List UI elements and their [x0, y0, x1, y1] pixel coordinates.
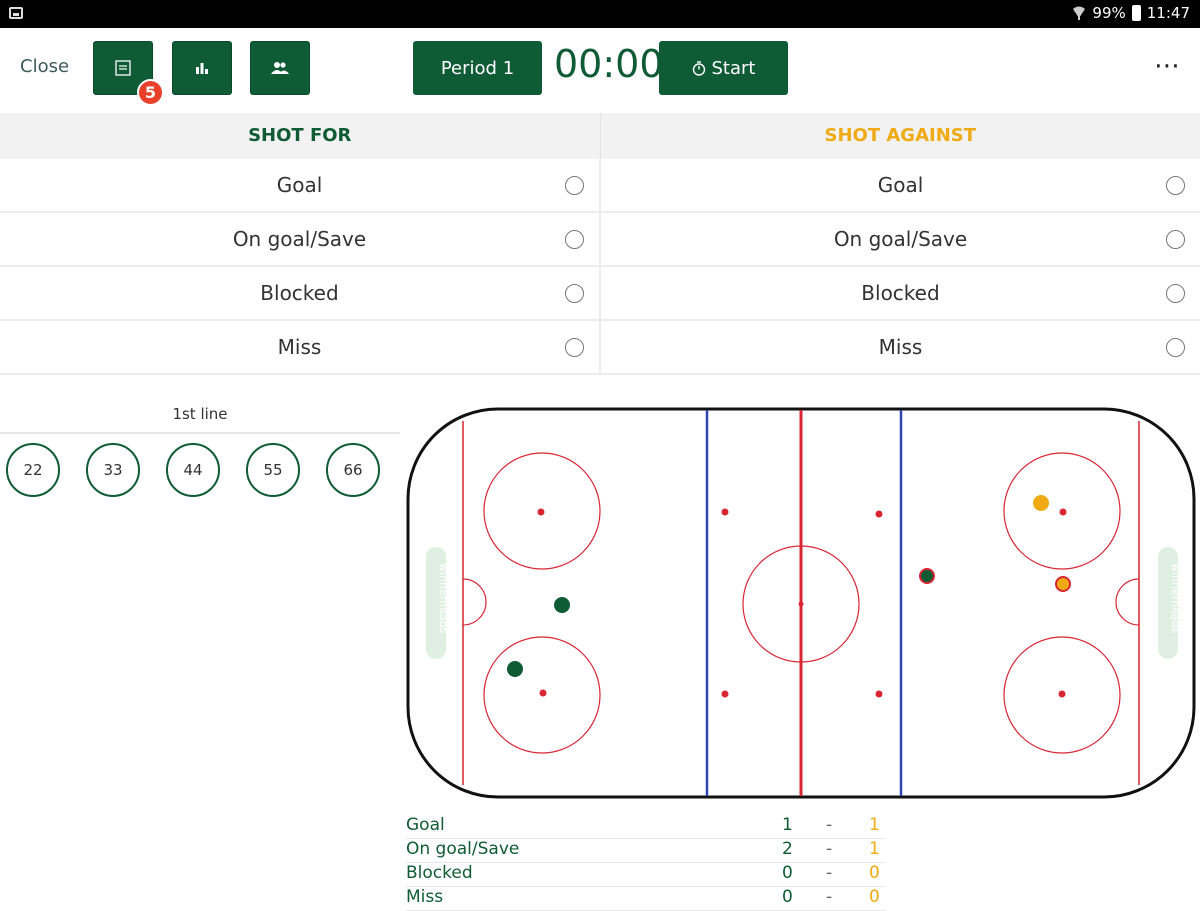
- faceoff-dot: [722, 509, 729, 516]
- center-dot: [799, 602, 804, 607]
- player-button[interactable]: 44: [166, 443, 220, 497]
- status-bar: 99% 11:47: [0, 0, 1200, 28]
- bar-chart-icon: [194, 61, 210, 75]
- period-button[interactable]: Period 1: [413, 41, 542, 95]
- radio-button[interactable]: [565, 338, 584, 357]
- summary-separator: -: [826, 815, 832, 835]
- watermark-text: winnerheads: [1169, 563, 1182, 634]
- summary-separator: -: [826, 863, 832, 883]
- faceoff-dot: [540, 690, 547, 697]
- summary-label: Blocked: [406, 863, 473, 883]
- line-title: 1st line: [0, 405, 400, 423]
- faceoff-dot: [876, 511, 883, 518]
- summary-against-count: 0: [869, 863, 880, 883]
- close-button[interactable]: Close: [20, 56, 69, 77]
- shot-table-header: SHOT FOR SHOT AGAINST: [0, 113, 1200, 159]
- shot-for-miss[interactable]: Miss: [0, 321, 601, 373]
- player-button[interactable]: 33: [86, 443, 140, 497]
- shot-for-marker[interactable]: [507, 661, 523, 677]
- radio-button[interactable]: [1166, 284, 1185, 303]
- radio-button[interactable]: [565, 176, 584, 195]
- game-timer: 00:00: [554, 42, 664, 86]
- watermark-text: winnerheads: [437, 563, 450, 634]
- summary-row: Blocked 0 - 0: [406, 863, 886, 887]
- shot-against-header: SHOT AGAINST: [601, 113, 1200, 159]
- image-notification-icon: [9, 7, 23, 19]
- faceoff-dot: [1060, 509, 1067, 516]
- shot-type-table: SHOT FOR SHOT AGAINST Goal Goal On goal/…: [0, 113, 1200, 375]
- shot-for-blocked[interactable]: Blocked: [0, 267, 601, 319]
- summary-label: On goal/Save: [406, 839, 519, 859]
- list-icon: [115, 60, 131, 76]
- radio-button[interactable]: [565, 284, 584, 303]
- battery-percent: 99%: [1092, 4, 1125, 22]
- radio-button[interactable]: [1166, 230, 1185, 249]
- radio-button[interactable]: [565, 230, 584, 249]
- wifi-icon: [1072, 6, 1086, 20]
- summary-row: Goal 1 - 1: [406, 815, 886, 839]
- summary-for-count: 1: [782, 815, 793, 835]
- shot-row: On goal/Save On goal/Save: [0, 213, 1200, 267]
- start-button[interactable]: Start: [659, 41, 788, 95]
- toolbar: Close Period 1 00:00 Start ⋯: [0, 28, 1200, 112]
- summary-against-count: 1: [869, 839, 880, 859]
- shot-against-goal[interactable]: Goal: [601, 159, 1200, 211]
- summary-separator: -: [826, 887, 832, 907]
- summary-against-count: 0: [869, 887, 880, 907]
- more-options-icon[interactable]: ⋯: [1154, 51, 1181, 81]
- player-button[interactable]: 66: [326, 443, 380, 497]
- shot-against-miss[interactable]: Miss: [601, 321, 1200, 373]
- shot-row: Miss Miss: [0, 321, 1200, 375]
- shot-against-marker[interactable]: [1033, 495, 1049, 511]
- shot-option-label: Miss: [879, 335, 923, 359]
- summary-label: Miss: [406, 887, 443, 907]
- players-button[interactable]: [250, 41, 310, 95]
- summary-row: On goal/Save 2 - 1: [406, 839, 886, 863]
- shot-row: Blocked Blocked: [0, 267, 1200, 321]
- shot-for-goal[interactable]: Goal: [0, 159, 601, 211]
- stats-button[interactable]: [172, 41, 232, 95]
- player-button[interactable]: 22: [6, 443, 60, 497]
- notification-badge: 5: [137, 79, 164, 106]
- player-button[interactable]: 55: [246, 443, 300, 497]
- shot-against-on-goal[interactable]: On goal/Save: [601, 213, 1200, 265]
- summary-separator: -: [826, 839, 832, 859]
- summary-for-count: 0: [782, 887, 793, 907]
- shot-option-label: On goal/Save: [233, 227, 366, 251]
- hockey-rink[interactable]: winnerheads winnerheads: [406, 407, 1196, 799]
- clock: 11:47: [1147, 4, 1190, 22]
- shot-for-goal-marker[interactable]: [920, 569, 934, 583]
- shot-option-label: Miss: [278, 335, 322, 359]
- summary-row: Miss 0 - 0: [406, 887, 886, 911]
- users-icon: [271, 61, 289, 75]
- radio-button[interactable]: [1166, 176, 1185, 195]
- battery-icon: [1132, 5, 1141, 21]
- shot-option-label: On goal/Save: [834, 227, 967, 251]
- start-label: Start: [712, 58, 756, 79]
- summary-for-count: 2: [782, 839, 793, 859]
- shot-option-label: Blocked: [861, 281, 939, 305]
- faceoff-dot: [722, 691, 729, 698]
- shot-against-blocked[interactable]: Blocked: [601, 267, 1200, 319]
- shot-option-label: Goal: [878, 173, 924, 197]
- shot-summary: Goal 1 - 1 On goal/Save 2 - 1 Blocked 0 …: [406, 815, 886, 911]
- summary-against-count: 1: [869, 815, 880, 835]
- shot-option-label: Blocked: [260, 281, 338, 305]
- divider: [0, 432, 400, 434]
- shot-option-label: Goal: [277, 173, 323, 197]
- shot-for-header: SHOT FOR: [0, 113, 601, 159]
- stopwatch-icon: [692, 61, 706, 76]
- shot-row: Goal Goal: [0, 159, 1200, 213]
- faceoff-dot: [538, 509, 545, 516]
- shot-for-on-goal[interactable]: On goal/Save: [0, 213, 601, 265]
- radio-button[interactable]: [1166, 338, 1185, 357]
- status-bar-right: 99% 11:47: [1072, 4, 1190, 22]
- faceoff-dot: [1059, 691, 1066, 698]
- shot-for-marker[interactable]: [554, 597, 570, 613]
- summary-for-count: 0: [782, 863, 793, 883]
- faceoff-dot: [876, 691, 883, 698]
- shot-against-goal-marker[interactable]: [1056, 577, 1070, 591]
- summary-label: Goal: [406, 815, 445, 835]
